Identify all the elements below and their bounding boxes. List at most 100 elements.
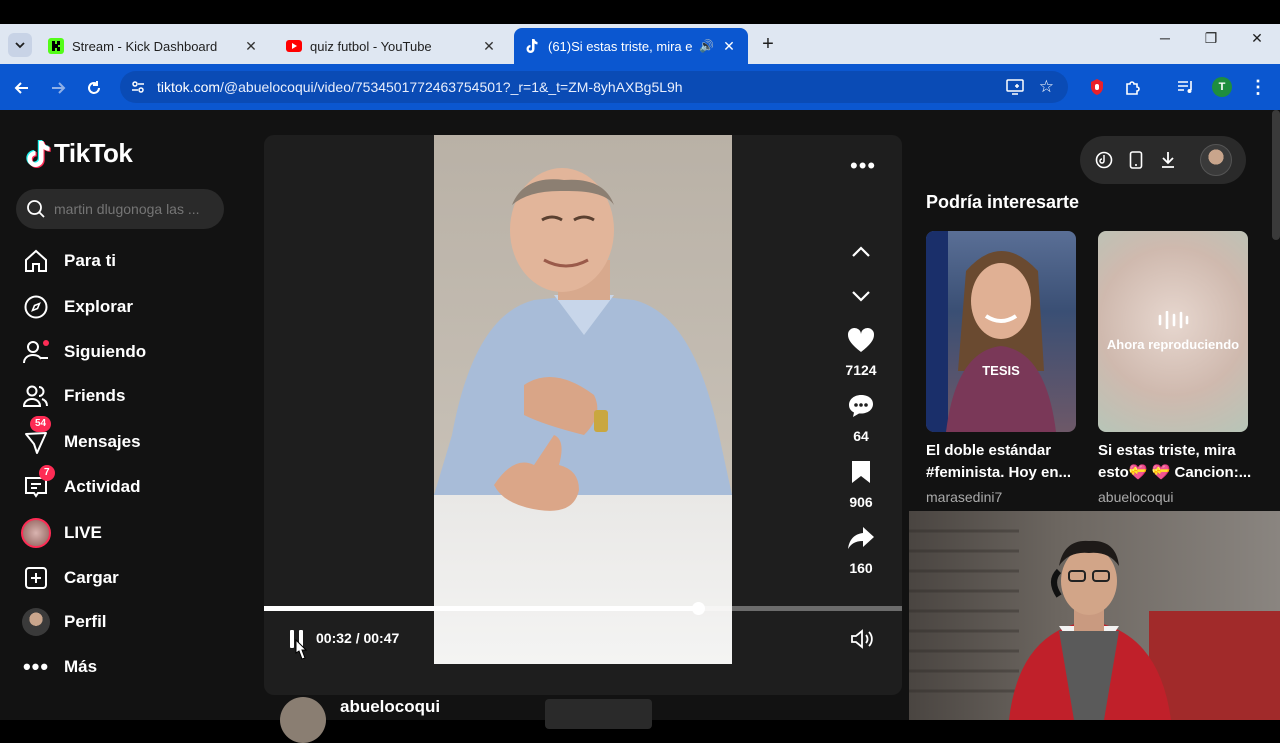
sidebar-item-perfil[interactable]: Perfil: [20, 604, 107, 640]
share-button[interactable]: 160: [830, 525, 892, 576]
webcam-streamer-illustration: [909, 529, 1280, 720]
tab-search-button[interactable]: [8, 33, 32, 57]
address-bar[interactable]: tiktok.com/@abuelocoqui/video/7534501772…: [120, 71, 1068, 103]
suggestion-user[interactable]: marasedini7: [926, 489, 1002, 505]
suggestion-user[interactable]: abuelocoqui: [1098, 489, 1174, 505]
mouse-cursor-icon: [292, 638, 308, 666]
suggestion-caption[interactable]: Si estas triste, mira esto💝 💝 Cancion:..…: [1098, 440, 1254, 484]
sidebar-item-label: Para ti: [64, 251, 116, 270]
tab-youtube[interactable]: quiz futbol - YouTube ✕: [276, 28, 508, 64]
video-frame[interactable]: [434, 135, 732, 664]
unread-badge: 54: [30, 416, 52, 432]
user-avatar[interactable]: [1200, 144, 1232, 176]
suggestion-card-now-playing[interactable]: Ahora reproduciendo: [1098, 231, 1248, 432]
sidebar-item-live[interactable]: LIVE: [20, 515, 102, 551]
upload-icon: [20, 562, 52, 594]
time-display: 00:32 / 00:47: [316, 630, 400, 646]
comment-count: 64: [853, 428, 869, 444]
close-icon[interactable]: ✕: [242, 38, 260, 55]
tab-tiktok[interactable]: (61)Si estas triste, mira esto 🔊 ✕: [514, 28, 748, 64]
tab-title: quiz futbol - YouTube: [310, 38, 432, 54]
media-controls-icon[interactable]: [1175, 76, 1197, 98]
tiktok-logo[interactable]: TikTok: [24, 138, 133, 169]
sidebar-item-cargar[interactable]: Cargar: [20, 560, 119, 596]
studio-icon: [1095, 151, 1113, 169]
like-count: 7124: [845, 362, 877, 378]
more-icon: •••: [22, 654, 50, 679]
webcam-overlay: [909, 511, 1280, 720]
sidebar-item-label: LIVE: [64, 523, 102, 542]
volume-button[interactable]: [850, 628, 874, 655]
sidebar-item-label: Cargar: [64, 568, 119, 587]
save-count: 906: [849, 494, 873, 510]
comment-icon: [849, 395, 873, 417]
scrollbar[interactable]: [1272, 110, 1280, 240]
get-app-button[interactable]: [1126, 150, 1146, 170]
url-path: /@abuelocoqui/video/7534501772463754501?…: [220, 79, 683, 95]
chevron-down-icon: [852, 291, 870, 302]
sidebar-item-label: Friends: [64, 386, 126, 405]
previous-video-button[interactable]: [850, 245, 872, 264]
author-avatar[interactable]: [280, 697, 326, 743]
more-options-icon[interactable]: •••: [850, 153, 876, 179]
youtube-icon: [286, 38, 302, 54]
suggestion-card[interactable]: TESIS: [926, 231, 1076, 432]
video-progress-bar[interactable]: [264, 602, 902, 615]
chevron-up-icon: [852, 246, 870, 257]
search-input[interactable]: [54, 201, 214, 217]
back-button[interactable]: [11, 77, 33, 99]
tiktok-studio-button[interactable]: [1094, 150, 1114, 170]
download-button[interactable]: [1158, 150, 1178, 170]
forward-button[interactable]: [47, 77, 69, 99]
progress-fill: [264, 606, 698, 611]
sidebar-item-friends[interactable]: Friends: [20, 378, 125, 414]
close-icon[interactable]: ✕: [480, 38, 498, 55]
site-info-icon[interactable]: [130, 79, 146, 100]
next-video-button[interactable]: [850, 289, 872, 308]
heart-icon: [847, 327, 875, 352]
suggestion-caption[interactable]: El doble estándar #feminista. Hoy en...: [926, 440, 1082, 484]
logo-text: TikTok: [54, 138, 133, 168]
kebab-menu-icon[interactable]: ⋮: [1247, 76, 1269, 98]
install-app-icon[interactable]: [1006, 79, 1024, 100]
extension-red-icon[interactable]: [1086, 76, 1108, 98]
follow-button[interactable]: [545, 699, 652, 729]
sidebar-item-explorar[interactable]: Explorar: [20, 289, 133, 325]
sidebar-item-mensajes[interactable]: 54 Mensajes: [20, 416, 141, 460]
tab-title: (61)Si estas triste, mira esto: [548, 38, 693, 54]
url-text: tiktok.com/@abuelocoqui/video/7534501772…: [157, 79, 683, 95]
close-window-button[interactable]: ✕: [1242, 30, 1272, 47]
minimize-button[interactable]: ─: [1150, 30, 1180, 46]
suggestions-title: Podría interesarte: [926, 192, 1080, 212]
sidebar-item-para-ti[interactable]: Para ti: [20, 243, 116, 279]
sidebar-item-label: Perfil: [64, 612, 107, 631]
profile-avatar-button[interactable]: T: [1211, 76, 1233, 98]
search-box[interactable]: [16, 189, 224, 229]
restore-button[interactable]: ❐: [1196, 30, 1226, 47]
comment-button[interactable]: 64: [830, 393, 892, 444]
sidebar-item-mas[interactable]: ••• Más: [20, 649, 97, 685]
reload-button[interactable]: [83, 77, 105, 99]
url-domain: tiktok.com: [157, 79, 221, 95]
close-icon[interactable]: ✕: [720, 38, 738, 55]
tab-kick[interactable]: Stream - Kick Dashboard ✕: [38, 28, 270, 64]
compass-icon: [20, 291, 52, 323]
progress-knob[interactable]: [691, 602, 705, 615]
video-player[interactable]: ••• 7124 64 906 160 00:32 / 00:47: [264, 135, 902, 695]
speaker-icon[interactable]: 🔊: [699, 39, 714, 53]
bookmark-star-icon[interactable]: ☆: [1039, 77, 1054, 97]
profile-icon: [20, 606, 52, 638]
save-button[interactable]: 906: [830, 459, 892, 510]
like-button[interactable]: 7124: [830, 327, 892, 378]
now-playing-label: Ahora reproduciendo: [1106, 337, 1240, 352]
tab-title: Stream - Kick Dashboard: [72, 38, 218, 54]
sidebar-item-actividad[interactable]: 7 Actividad: [20, 465, 141, 505]
extensions-puzzle-icon[interactable]: [1122, 76, 1144, 98]
author-name[interactable]: abuelocoqui: [340, 697, 440, 717]
notification-badge: 7: [39, 465, 55, 481]
sidebar-item-label: Mensajes: [64, 432, 141, 451]
sidebar-item-siguiendo[interactable]: Siguiendo: [20, 334, 146, 370]
download-icon: [1162, 152, 1174, 168]
reload-icon: [88, 81, 100, 94]
new-tab-button[interactable]: +: [758, 32, 778, 56]
